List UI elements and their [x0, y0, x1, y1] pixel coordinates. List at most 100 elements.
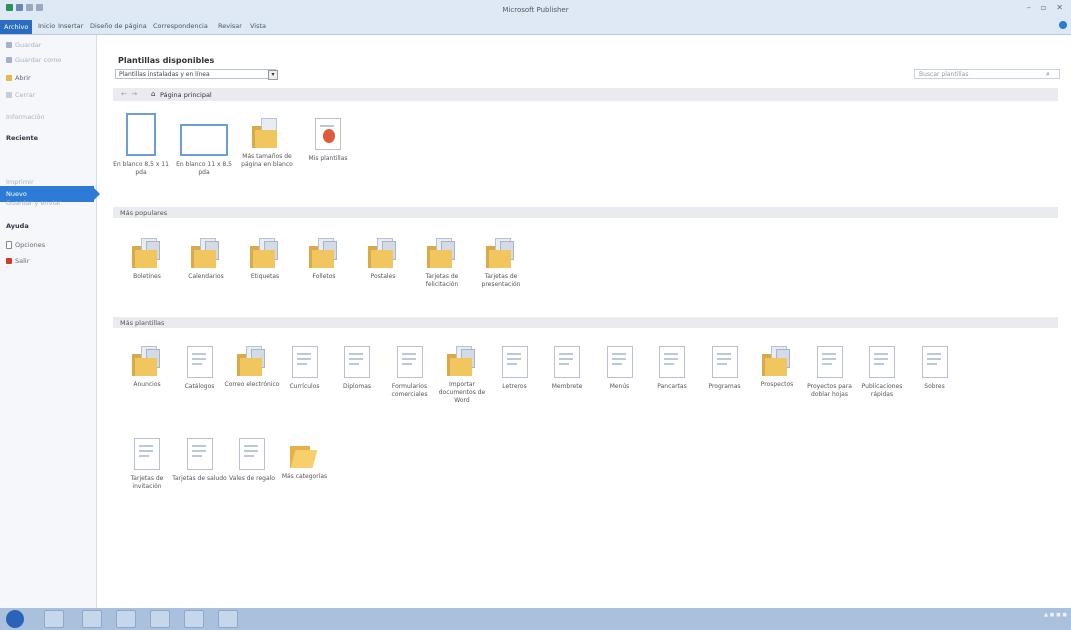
tab-correspondencia[interactable]: Correspondencia	[153, 22, 208, 30]
template-tile[interactable]: Letreros	[486, 346, 544, 391]
template-label: Tarjetas de invitación	[130, 475, 164, 491]
sidebar-item-imprimir[interactable]: Imprimir	[6, 178, 34, 186]
tab-vista[interactable]: Vista	[250, 22, 266, 30]
system-tray[interactable]: ▲ ◼ ◼ ◼	[1044, 612, 1067, 618]
tab-insertar[interactable]: Insertar	[58, 22, 83, 30]
template-tile[interactable]: Correo electrónico	[223, 346, 281, 389]
template-label: Etiquetas	[250, 273, 280, 280]
template-tile[interactable]: Folletos	[295, 238, 353, 281]
close-file-icon	[6, 92, 12, 98]
template-tile[interactable]: Sobres	[906, 346, 964, 391]
sidebar-item-guardar-enviar[interactable]: Guardar y enviar	[6, 199, 61, 207]
minimize-icon[interactable]: –	[1027, 3, 1031, 12]
document-icon	[239, 438, 265, 470]
template-thumb	[368, 238, 398, 268]
template-tile[interactable]: Proyectos para doblar hojas	[801, 346, 859, 399]
template-tile[interactable]: Postales	[354, 238, 412, 281]
template-tile[interactable]: Membrete	[538, 346, 596, 391]
template-tile[interactable]: Anuncios	[118, 346, 176, 389]
template-tile[interactable]: Importar documentos de Word	[433, 346, 491, 405]
template-label: Programas	[708, 383, 741, 390]
template-tile-blank-landscape[interactable]: En blanco 11 x 8,5 pda	[175, 113, 233, 177]
template-tile[interactable]: Más categorías	[276, 438, 334, 481]
home-link[interactable]: Página principal	[160, 91, 212, 99]
close-icon[interactable]: ✕	[1056, 3, 1063, 12]
template-tile[interactable]: Tarjetas de invitación	[118, 438, 176, 491]
sidebar-item-salir[interactable]: Salir	[6, 257, 29, 265]
taskbar-paint-icon[interactable]	[184, 610, 204, 628]
document-icon	[501, 346, 528, 378]
template-tile[interactable]: Formularios comerciales	[381, 346, 439, 399]
template-tile[interactable]: Programas	[696, 346, 754, 391]
template-label: Publicaciones rápidas	[861, 383, 903, 399]
template-tile[interactable]: Menús	[591, 346, 649, 391]
template-label: Currículos	[289, 383, 320, 390]
sidebar-item-guardar-como[interactable]: Guardar como	[6, 56, 61, 64]
template-label: Postales	[370, 273, 396, 280]
template-label: Tarjetas de presentación	[481, 273, 521, 289]
sidebar-item-abrir[interactable]: Abrir	[6, 74, 31, 82]
template-label: Boletines	[133, 273, 161, 280]
template-tile[interactable]: Tarjetas de felicitación	[413, 238, 471, 289]
template-source-dropdown[interactable]: Plantillas instaladas y en línea	[115, 69, 276, 79]
taskbar-ie-icon[interactable]	[44, 610, 64, 628]
document-icon	[554, 346, 580, 378]
template-tile[interactable]: Etiquetas	[236, 238, 294, 281]
taskbar-word-icon[interactable]	[150, 610, 170, 628]
template-tile[interactable]: Tarjetas de saludo	[171, 438, 229, 483]
home-icon[interactable]: ⌂	[151, 90, 155, 98]
document-icon	[134, 438, 160, 470]
template-label: Tarjetas de felicitación	[425, 273, 459, 289]
document-icon	[816, 346, 843, 378]
template-thumb	[762, 346, 792, 376]
start-button[interactable]	[6, 610, 24, 628]
template-tile-my-templates[interactable]: Mis plantillas	[299, 118, 357, 163]
sidebar-item-opciones[interactable]: Opciones	[6, 241, 45, 249]
template-tile[interactable]: Vales de regalo	[223, 438, 281, 483]
template-tile[interactable]: Boletines	[118, 238, 176, 281]
template-tile[interactable]: Tarjetas de presentación	[472, 238, 530, 289]
taskbar: ▲ ◼ ◼ ◼	[0, 608, 1071, 630]
document-icon	[921, 346, 948, 378]
back-forward-arrows[interactable]: ← →	[121, 90, 137, 98]
template-tile-more-sizes[interactable]: Más tamaños de página en blanco	[238, 118, 296, 169]
template-label: Calendarios	[188, 273, 224, 280]
taskbar-media-icon[interactable]	[116, 610, 136, 628]
template-tile[interactable]: Diplomas	[328, 346, 386, 391]
ribbon-tabs: Archivo Inicio Insertar Diseño de página…	[0, 20, 1071, 35]
template-tile[interactable]: Prospectos	[748, 346, 806, 389]
template-tile[interactable]: Currículos	[276, 346, 334, 391]
template-thumb	[291, 346, 318, 378]
sidebar-item-reciente[interactable]: Reciente	[6, 134, 38, 142]
template-tile[interactable]: Catálogos	[171, 346, 229, 391]
template-thumb	[191, 238, 221, 268]
taskbar-explorer-icon[interactable]	[82, 610, 102, 628]
template-tile[interactable]: Calendarios	[177, 238, 235, 281]
folder-icon	[252, 118, 282, 148]
open-folder-icon	[289, 438, 320, 468]
search-input[interactable]: Buscar plantillas	[914, 69, 1060, 79]
template-label: Folletos	[312, 273, 336, 280]
template-label: Formularios comerciales	[391, 383, 428, 399]
sidebar-item-informacion[interactable]: Información	[6, 113, 45, 121]
folder-doc-icon	[132, 238, 162, 268]
sidebar-item-ayuda[interactable]: Ayuda	[6, 222, 29, 230]
taskbar-publisher-icon[interactable]	[218, 610, 238, 628]
search-icon[interactable]: ⌕	[1046, 70, 1050, 79]
help-icon[interactable]	[1059, 21, 1067, 29]
chevron-down-icon[interactable]: ▾	[268, 70, 278, 80]
maximize-icon[interactable]: ▫	[1041, 3, 1046, 12]
template-label: Importar documentos de Word	[438, 381, 486, 405]
template-tile[interactable]: Pancartas	[643, 346, 701, 391]
save-icon	[6, 42, 12, 48]
tab-diseno-pagina[interactable]: Diseño de página	[90, 22, 147, 30]
sidebar-item-guardar[interactable]: Guardar	[6, 41, 41, 49]
sidebar-item-cerrar[interactable]: Cerrar	[6, 91, 35, 99]
tab-revisar[interactable]: Revisar	[218, 22, 242, 30]
template-label: Letreros	[502, 383, 527, 390]
document-icon	[659, 346, 685, 378]
tab-archivo[interactable]: Archivo	[0, 20, 33, 34]
template-tile-blank-portrait[interactable]: En blanco 8,5 x 11 pda	[112, 113, 170, 177]
tab-inicio[interactable]: Inicio	[38, 22, 55, 30]
template-tile[interactable]: Publicaciones rápidas	[853, 346, 911, 399]
